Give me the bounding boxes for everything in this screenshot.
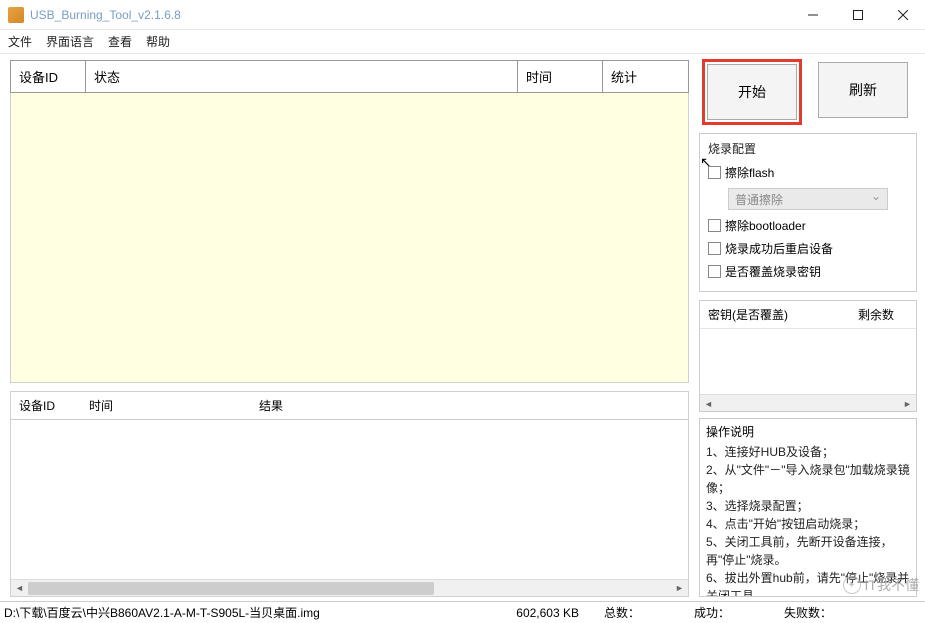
overwrite-key-row[interactable]: 是否覆盖烧录密钥 <box>708 260 908 283</box>
col-device-id[interactable]: 设备ID <box>11 61 86 92</box>
right-pane: 开始 刷新 烧录配置 ↖ 擦除flash 普通擦除 擦除bootloader 烧… <box>699 60 917 597</box>
start-highlight-box: 开始 <box>702 59 802 125</box>
close-button[interactable] <box>880 0 925 30</box>
maximize-button[interactable] <box>835 0 880 30</box>
menu-file[interactable]: 文件 <box>8 33 32 50</box>
status-path: D:\下载\百度云\中兴B860AV2.1-A-M-T-S905L-当贝桌面.i… <box>4 604 444 621</box>
device-table-body <box>10 93 689 383</box>
reboot-row[interactable]: 烧录成功后重启设备 <box>708 237 908 260</box>
scroll-right-icon[interactable]: ► <box>671 580 688 597</box>
window-controls <box>790 0 925 30</box>
erase-flash-checkbox[interactable] <box>708 166 721 179</box>
col-stats[interactable]: 统计 <box>603 61 688 92</box>
col-time[interactable]: 时间 <box>518 61 603 92</box>
status-total: 总数： <box>594 604 684 621</box>
col2-time[interactable]: 时间 <box>81 392 251 419</box>
scroll-thumb[interactable] <box>28 582 434 595</box>
watermark: ✦ IT我不懂 <box>843 575 919 595</box>
menu-help[interactable]: 帮助 <box>146 33 170 50</box>
content-area: 设备ID 状态 时间 统计 设备ID 时间 结果 ◄ ► 开始 <box>0 54 925 601</box>
key-panel: 密钥(是否覆盖) 剩余数 ◄ ► <box>699 300 917 412</box>
reboot-checkbox[interactable] <box>708 242 721 255</box>
start-button[interactable]: 开始 <box>707 64 797 120</box>
refresh-button[interactable]: 刷新 <box>818 62 908 118</box>
key-panel-body <box>700 329 916 394</box>
instruction-line: 3、选择烧录配置； <box>706 497 910 515</box>
menubar: 文件 界面语言 查看 帮助 <box>0 30 925 54</box>
erase-mode-select[interactable]: 普通擦除 <box>728 188 888 210</box>
window-title: USB_Burning_Tool_v2.1.6.8 <box>30 8 790 22</box>
scroll-left-icon[interactable]: ◄ <box>11 580 28 597</box>
key-col-key[interactable]: 密钥(是否覆盖) <box>708 306 858 323</box>
instruction-line: 2、从"文件"－"导入烧录包"加载烧录镜像； <box>706 461 910 497</box>
result-table-body <box>11 420 688 579</box>
key-scroll-right-icon[interactable]: ► <box>899 395 916 412</box>
erase-bootloader-row[interactable]: 擦除bootloader <box>708 214 908 237</box>
result-table: 设备ID 时间 结果 ◄ ► <box>10 391 689 597</box>
overwrite-key-label: 是否覆盖烧录密钥 <box>725 263 821 280</box>
overwrite-key-checkbox[interactable] <box>708 265 721 278</box>
erase-flash-row[interactable]: 擦除flash <box>708 161 908 184</box>
titlebar: USB_Burning_Tool_v2.1.6.8 <box>0 0 925 30</box>
instruction-line: 5、关闭工具前，先断开设备连接，再"停止"烧录。 <box>706 533 910 569</box>
burn-config-group: 烧录配置 ↖ 擦除flash 普通擦除 擦除bootloader 烧录成功后重启… <box>699 133 917 292</box>
key-panel-header: 密钥(是否覆盖) 剩余数 <box>700 301 916 329</box>
device-table-header: 设备ID 状态 时间 统计 <box>10 60 689 93</box>
result-table-header: 设备ID 时间 结果 <box>11 392 688 420</box>
key-panel-hscroll[interactable]: ◄ ► <box>700 394 916 411</box>
app-icon <box>8 7 24 23</box>
menu-view[interactable]: 查看 <box>108 33 132 50</box>
minimize-button[interactable] <box>790 0 835 30</box>
instructions-box: 操作说明 1、连接好HUB及设备； 2、从"文件"－"导入烧录包"加载烧录镜像；… <box>699 418 917 597</box>
erase-flash-label: 擦除flash <box>725 164 774 181</box>
erase-bootloader-label: 擦除bootloader <box>725 217 806 234</box>
col2-device-id[interactable]: 设备ID <box>11 392 81 419</box>
status-size: 602,603 KB <box>444 606 594 620</box>
instruction-line: 1、连接好HUB及设备； <box>706 443 910 461</box>
instruction-line: 4、点击"开始"按钮启动烧录； <box>706 515 910 533</box>
result-table-hscroll[interactable]: ◄ ► <box>11 579 688 596</box>
col-status[interactable]: 状态 <box>86 61 518 92</box>
menu-language[interactable]: 界面语言 <box>46 33 94 50</box>
col2-result[interactable]: 结果 <box>251 392 688 419</box>
key-scroll-left-icon[interactable]: ◄ <box>700 395 717 412</box>
action-buttons: 开始 刷新 <box>699 60 917 133</box>
erase-bootloader-checkbox[interactable] <box>708 219 721 232</box>
burn-config-title: 烧录配置 <box>708 140 908 157</box>
key-col-remaining[interactable]: 剩余数 <box>858 306 908 323</box>
left-pane: 设备ID 状态 时间 统计 设备ID 时间 结果 ◄ ► <box>10 60 689 597</box>
watermark-icon: ✦ <box>843 576 861 594</box>
status-success: 成功： <box>684 604 774 621</box>
statusbar: D:\下载\百度云\中兴B860AV2.1-A-M-T-S905L-当贝桌面.i… <box>0 601 925 623</box>
status-fail: 失败数： <box>774 604 864 621</box>
watermark-text: IT我不懂 <box>865 575 919 595</box>
instructions-title: 操作说明 <box>706 423 910 441</box>
reboot-label: 烧录成功后重启设备 <box>725 240 833 257</box>
